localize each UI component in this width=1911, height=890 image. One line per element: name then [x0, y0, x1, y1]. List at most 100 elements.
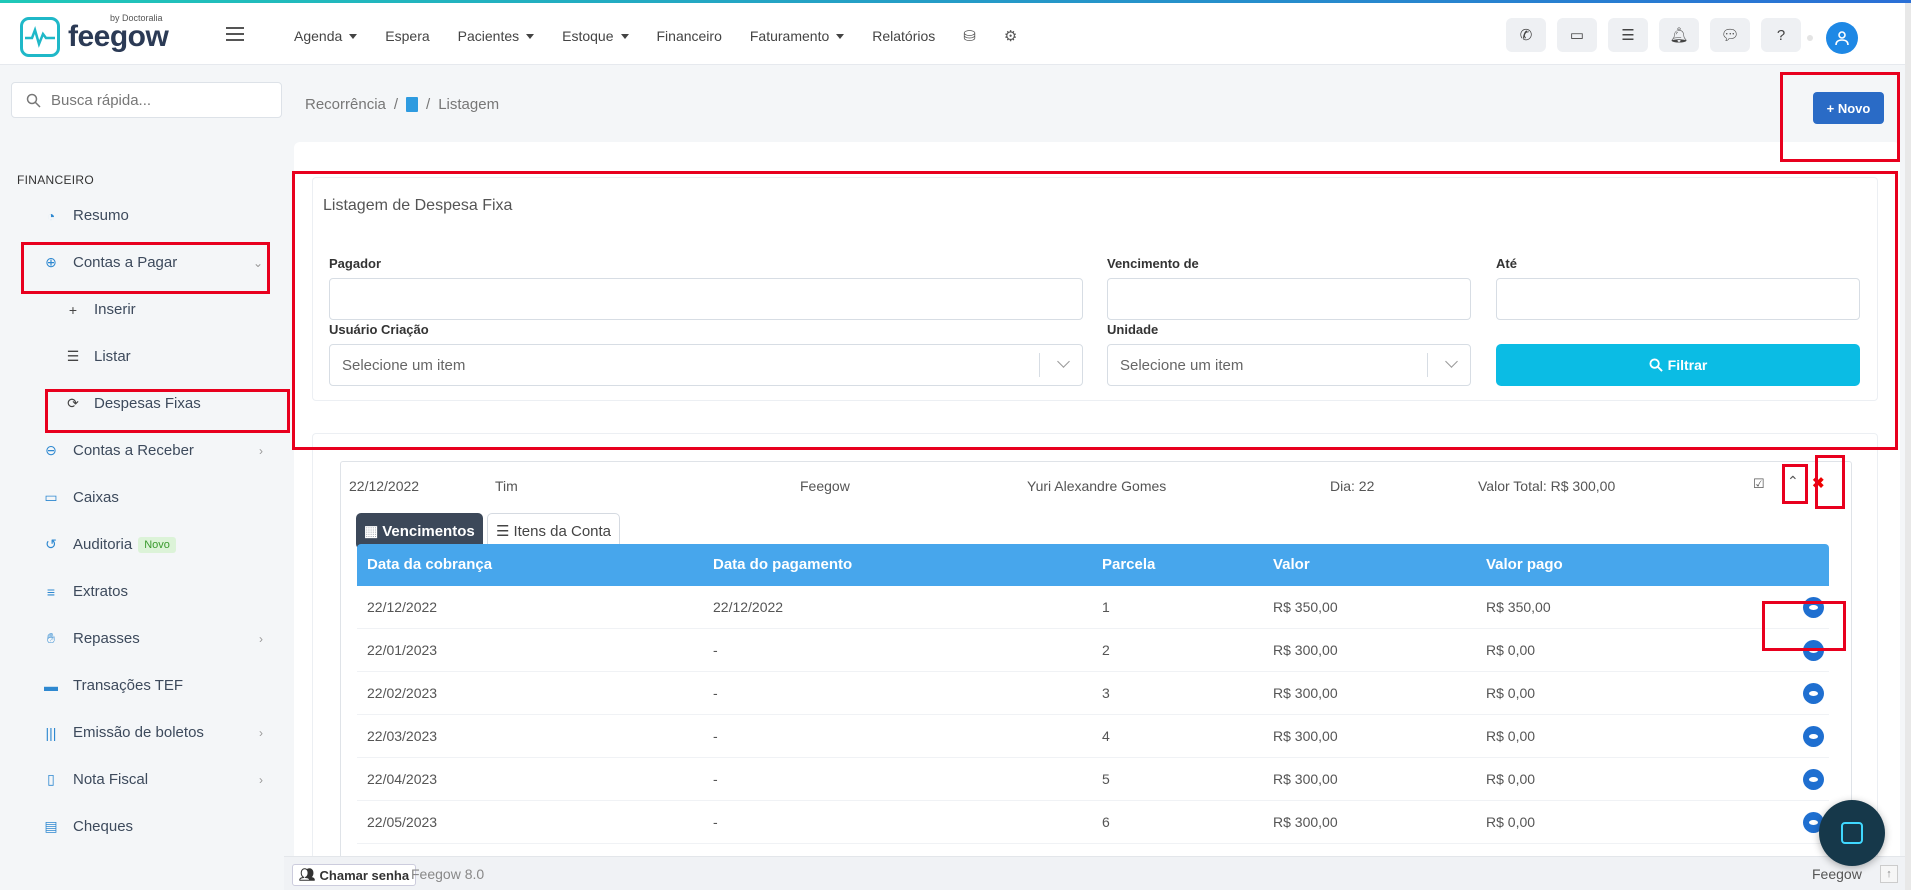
chat-icon[interactable]: 💬︎ — [1710, 18, 1750, 52]
sidebar-item-despesas-fixas[interactable]: ⟳ Despesas Fixas — [66, 395, 201, 412]
nav-faturamento[interactable]: Faturamento — [750, 27, 845, 45]
ate-input[interactable] — [1496, 278, 1860, 320]
pie-chart-icon: ◔ — [46, 207, 56, 224]
td-valor-pago: R$ 0,00 — [1486, 685, 1536, 701]
arrow-up-circle-icon: ⊕ — [45, 254, 57, 270]
phone-icon[interactable]: ✆ — [1506, 18, 1546, 52]
sidebar-item-inserir[interactable]: + Inserir — [66, 301, 136, 318]
novo-button[interactable]: + Novo — [1813, 92, 1884, 124]
chamar-senha-button[interactable]: 👥︎ Chamar senha — [292, 864, 417, 886]
chevron-right-icon: › — [259, 772, 263, 787]
sidebar-item-nota-fiscal[interactable]: ▯ Nota Fiscal › — [43, 771, 263, 788]
credit-card-icon: ▬ — [44, 677, 58, 694]
nav-estoque[interactable]: Estoque — [562, 27, 629, 45]
nav-financeiro[interactable]: Financeiro — [657, 27, 722, 45]
search-input[interactable]: Busca rápida... — [11, 82, 282, 118]
list-icon: ≡ — [46, 583, 56, 600]
nav-pacientes-label: Pacientes — [457, 28, 520, 44]
sidebar-item-label: Despesas Fixas — [94, 395, 201, 412]
help-icon[interactable]: ? — [1761, 18, 1801, 52]
nav-pacientes[interactable]: Pacientes — [457, 27, 535, 45]
calendar-icon: ▦ — [364, 523, 379, 540]
eye-icon[interactable] — [1803, 683, 1824, 704]
chat-fab-button[interactable] — [1819, 800, 1885, 866]
sidebar-item-boletos[interactable]: ||| Emissão de boletos › — [43, 724, 263, 741]
sidebar-item-label: Contas a Receber — [73, 442, 194, 459]
hamburger-menu-icon[interactable] — [226, 27, 244, 41]
logo-text: feegow — [68, 20, 169, 53]
usuario-criacao-label: Usuário Criação — [329, 322, 429, 337]
td-valor-pago: R$ 0,00 — [1486, 642, 1536, 658]
tab-vencimentos-label: Vencimentos — [382, 522, 475, 540]
sidebar-item-extratos[interactable]: ≡ Extratos — [43, 583, 263, 600]
nav-estoque-label: Estoque — [562, 28, 614, 44]
sidebar-item-label: Contas a Pagar — [73, 254, 178, 271]
logo-mark-icon — [20, 17, 60, 57]
sidebar-item-listar[interactable]: ☰ Listar — [66, 348, 131, 365]
bell-icon[interactable]: 🔔︎ — [1659, 18, 1699, 52]
chevron-down-icon — [1057, 355, 1070, 368]
filtrar-button[interactable]: Filtrar — [1496, 344, 1860, 386]
page-scrollbar[interactable] — [1905, 3, 1911, 890]
delete-icon[interactable]: ✖ — [1812, 474, 1825, 492]
breadcrumb-listagem: Listagem — [438, 96, 500, 113]
database-icon[interactable]: ⛁ — [963, 27, 976, 45]
table-row: 22/01/2023 - 2 R$ 300,00 R$ 0,00 — [357, 629, 1829, 672]
nav-espera-label: Espera — [385, 28, 430, 44]
nav-relatorios-label: Relatórios — [872, 28, 936, 44]
user-avatar-icon[interactable] — [1826, 22, 1858, 54]
eye-icon[interactable] — [1803, 640, 1824, 661]
sidebar-item-label: Emissão de boletos — [73, 724, 204, 741]
nav-agenda[interactable]: Agenda — [294, 27, 358, 45]
unidade-select[interactable]: Selecione um item — [1107, 344, 1471, 386]
checklist-icon[interactable]: ☰ — [1608, 18, 1648, 52]
td-valor-pago: R$ 0,00 — [1486, 814, 1536, 830]
breadcrumb-separator: / — [393, 96, 399, 113]
sidebar-item-label: Auditoria — [73, 536, 133, 553]
breadcrumb-recorrencia[interactable]: Recorrência — [305, 96, 386, 113]
sidebar-item-cheques[interactable]: ▤ Cheques — [43, 818, 263, 835]
chat-widget-icon — [1841, 822, 1863, 844]
td-valor: R$ 300,00 — [1273, 771, 1338, 787]
eye-icon[interactable] — [1803, 769, 1824, 790]
usuario-criacao-select[interactable]: Selecione um item — [329, 344, 1083, 386]
inbox-icon[interactable]: ▭ — [1557, 18, 1597, 52]
eye-icon[interactable] — [1803, 597, 1824, 618]
edit-check-icon[interactable]: ☑ — [1753, 476, 1765, 492]
chevron-right-icon: › — [259, 725, 263, 740]
td-parcela: 2 — [1102, 642, 1110, 658]
td-data-pagamento: 22/12/2022 — [713, 599, 784, 615]
scroll-top-icon[interactable]: ↑ — [1880, 865, 1898, 883]
top-icon-group: ✆ ▭ ☰ 🔔︎ 💬︎ ? — [1506, 18, 1801, 52]
ate-label: Até — [1496, 256, 1517, 271]
table-row: 22/04/2023 - 5 R$ 300,00 R$ 0,00 — [357, 758, 1829, 801]
table-row: 22/05/2023 - 6 R$ 300,00 R$ 0,00 — [357, 801, 1829, 844]
version-text: Feegow 8.0 — [411, 866, 485, 882]
sidebar-item-resumo[interactable]: ◔ Resumo — [43, 207, 263, 224]
status-dot — [1807, 35, 1813, 41]
vencimento-de-input[interactable] — [1107, 278, 1471, 320]
pagador-label: Pagador — [329, 256, 382, 271]
gear-icon[interactable]: ⚙ — [1004, 27, 1017, 45]
eye-icon[interactable] — [1803, 726, 1824, 747]
td-data-cobranca: 22/12/2022 — [367, 599, 438, 615]
document-icon: ▯ — [47, 771, 55, 787]
sidebar-item-contas-pagar[interactable]: ⊕ Contas a Pagar ⌄ — [43, 254, 263, 271]
sidebar-item-auditoria[interactable]: ↺ Auditoria Novo — [43, 536, 263, 553]
nav-relatorios[interactable]: Relatórios — [872, 27, 935, 45]
nav-espera[interactable]: Espera — [385, 27, 429, 45]
td-parcela: 1 — [1102, 599, 1110, 615]
pagador-input[interactable] — [329, 278, 1083, 320]
sidebar-section-title: FINANCEIRO — [17, 173, 95, 187]
collapse-icon[interactable]: ⌃ — [1787, 473, 1799, 490]
sidebar-item-contas-receber[interactable]: ⊖ Contas a Receber › — [43, 442, 263, 459]
sidebar-item-label: Listar — [94, 348, 131, 365]
sidebar-item-label: Cheques — [73, 818, 134, 835]
sidebar-item-repasses[interactable]: ✋︎ Repasses › — [43, 630, 263, 647]
sidebar-item-tef[interactable]: ▬ Transações TEF — [43, 677, 263, 694]
feegow-logo[interactable]: feegow by Doctoralia — [20, 13, 169, 57]
select-separator — [1039, 353, 1040, 377]
arrow-down-circle-icon: ⊖ — [45, 442, 57, 458]
recurring-expense-record: 22/12/2022 Tim Feegow Yuri Alexandre Gom… — [340, 461, 1852, 890]
sidebar-item-caixas[interactable]: ▭ Caixas — [43, 489, 263, 506]
